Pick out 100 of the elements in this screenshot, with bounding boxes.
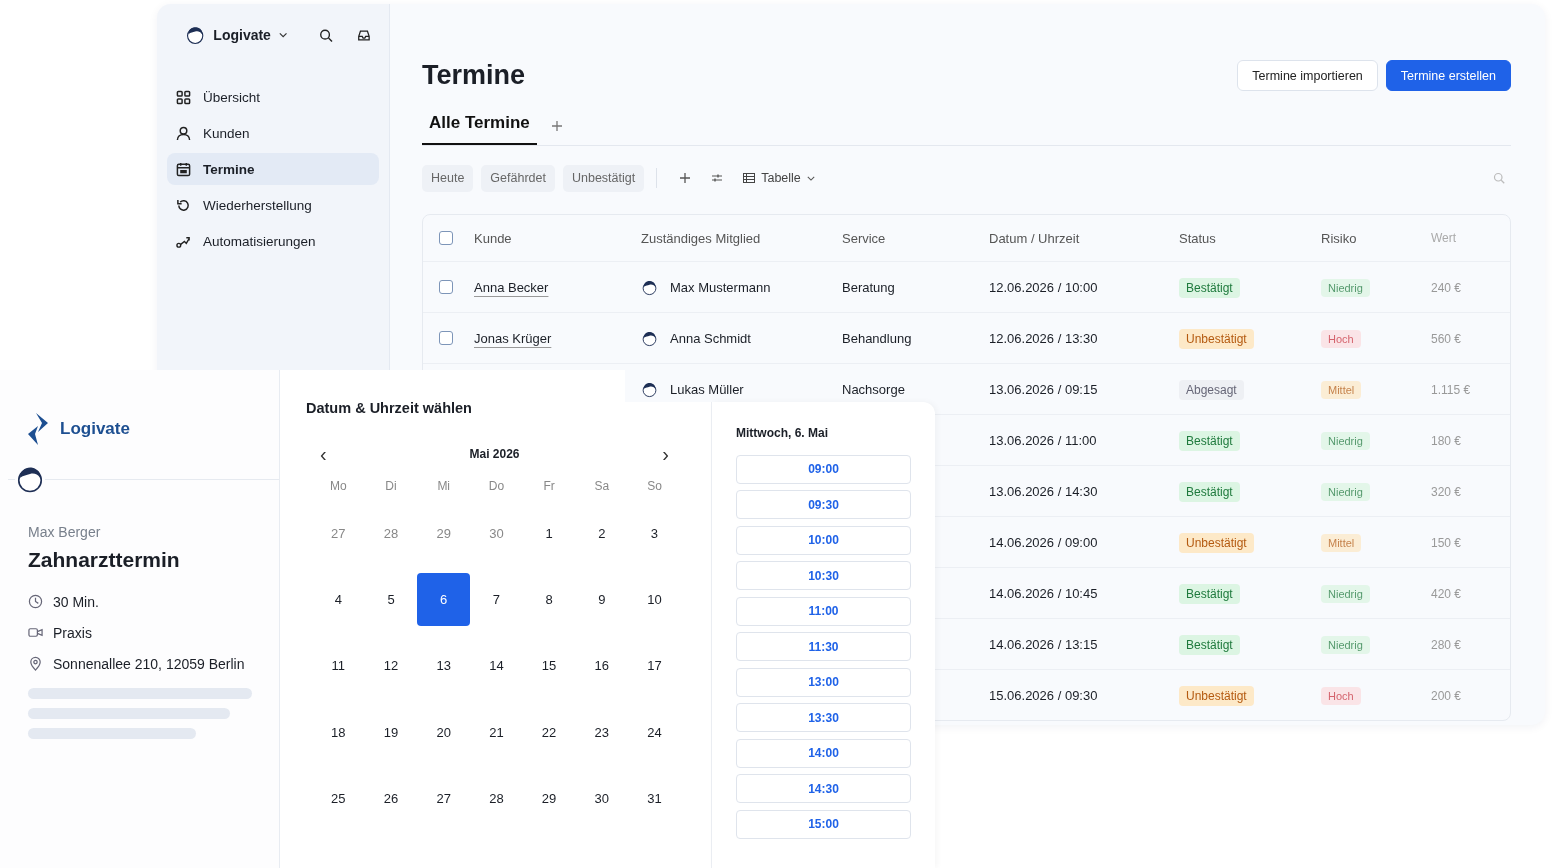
value-cell: 1.115 € — [1431, 382, 1471, 397]
page-title: Termine — [422, 60, 526, 91]
calendar-day[interactable]: 22 — [522, 705, 576, 759]
calendar-day[interactable]: 15 — [522, 639, 576, 693]
time-slot-button[interactable]: 09:30 — [736, 490, 911, 519]
column-header: Wert — [1431, 231, 1458, 245]
calendar-day[interactable]: 30 — [470, 506, 523, 560]
calendar-icon — [176, 161, 191, 177]
column-header: Datum / Uhrzeit — [989, 230, 1081, 246]
nav-item[interactable]: Übersicht — [167, 81, 379, 113]
filter-chip[interactable]: Gefährdet — [481, 164, 555, 192]
calendar-day[interactable]: 23 — [575, 705, 629, 759]
time-slot-button[interactable]: 14:00 — [736, 738, 911, 768]
row-checkbox[interactable] — [439, 331, 453, 345]
risk-badge: Mittel — [1321, 380, 1362, 399]
datetime-cell: 13.06.2026 / 09:15 — [989, 381, 1098, 397]
calendar-day[interactable]: 7 — [470, 572, 523, 626]
datetime-cell: 14.06.2026 / 10:45 — [989, 585, 1098, 601]
calendar-day[interactable]: 12 — [364, 639, 418, 693]
customer-link[interactable]: Jonas Krüger — [474, 330, 552, 346]
calendar-day[interactable]: 31 — [628, 771, 681, 825]
nav-item[interactable]: Termine — [167, 153, 379, 185]
status-badge: Unbestätigt — [1179, 328, 1254, 349]
calendar-day[interactable]: 2 — [575, 506, 629, 560]
value-cell: 560 € — [1431, 331, 1462, 346]
add-tab-icon[interactable] — [550, 120, 563, 132]
calendar-day[interactable]: 6 — [417, 572, 471, 626]
calendar-day[interactable]: 8 — [522, 572, 576, 626]
calendar-day[interactable]: 20 — [417, 705, 471, 759]
time-slot-button[interactable]: 10:00 — [736, 525, 911, 555]
calendar-day[interactable]: 27 — [417, 771, 471, 825]
time-slot-button[interactable]: 10:30 — [736, 561, 911, 590]
calendar-day[interactable]: 10 — [628, 572, 681, 626]
previous-month-button[interactable]: ‹ — [316, 444, 331, 464]
risk-badge: Niedrig — [1321, 482, 1370, 501]
weekday-label: Di — [384, 478, 398, 495]
calendar-day[interactable]: 3 — [628, 506, 681, 560]
filter-chip[interactable]: Heute — [422, 164, 474, 192]
calendar-day[interactable]: 30 — [575, 771, 629, 825]
calendar-day[interactable]: 4 — [312, 572, 365, 626]
calendar-day[interactable]: 14 — [470, 639, 523, 693]
time-slot-button[interactable]: 14:30 — [736, 774, 911, 803]
calendar-day[interactable]: 24 — [628, 705, 681, 759]
time-slot-button[interactable]: 13:00 — [736, 667, 911, 697]
risk-badge: Niedrig — [1321, 635, 1370, 654]
calendar-day[interactable]: 26 — [364, 771, 418, 825]
nav-item[interactable]: Automatisierungen — [167, 225, 379, 257]
calendar-day[interactable]: 21 — [470, 705, 523, 759]
tab[interactable]: Alle Termine — [422, 107, 537, 145]
select-all-checkbox[interactable] — [439, 231, 453, 245]
search-icon[interactable] — [319, 27, 334, 43]
column-header: Kunde — [474, 230, 513, 246]
datetime-cell: 12.06.2026 / 10:00 — [989, 279, 1098, 295]
detail-text: Sonnenallee 210, 12059 Berlin — [53, 655, 245, 672]
video-icon — [28, 625, 43, 640]
member-name: Anna Schmidt — [670, 330, 751, 346]
calendar-day[interactable]: 28 — [470, 771, 523, 825]
clock-icon — [28, 594, 43, 609]
calendar-day[interactable]: 29 — [417, 506, 471, 560]
calendar-day[interactable]: 29 — [522, 771, 576, 825]
table-icon — [743, 173, 756, 183]
time-slot-button[interactable]: 13:30 — [736, 703, 911, 732]
import-button[interactable]: Termine importieren — [1237, 60, 1378, 91]
row-checkbox[interactable] — [439, 280, 453, 294]
time-slot-button[interactable]: 11:00 — [736, 596, 911, 626]
sliders-icon[interactable] — [711, 172, 724, 184]
view-selector[interactable]: Tabelle — [743, 171, 815, 185]
calendar-day[interactable]: 28 — [364, 506, 418, 560]
risk-badge: Niedrig — [1321, 431, 1370, 450]
nav-item[interactable]: Kunden — [167, 117, 379, 149]
calendar-day[interactable]: 25 — [312, 771, 365, 825]
create-button[interactable]: Termine erstellen — [1385, 60, 1511, 91]
calendar-day[interactable]: 5 — [364, 572, 418, 626]
calendar-day[interactable]: 19 — [364, 705, 418, 759]
calendar-day[interactable]: 17 — [628, 639, 681, 693]
month-label: Mai 2026 — [469, 447, 520, 461]
status-badge: Bestätigt — [1179, 634, 1240, 655]
restore-icon — [176, 197, 191, 213]
time-slot-button[interactable]: 09:00 — [736, 454, 911, 484]
workspace-name[interactable]: Logivate — [213, 27, 271, 43]
filter-chip[interactable]: Unbestätigt — [562, 164, 645, 192]
nav-item[interactable]: Wiederherstellung — [167, 189, 379, 221]
customer-link[interactable]: Anna Becker — [474, 279, 549, 295]
chevron-down-icon[interactable] — [278, 32, 288, 38]
calendar-day[interactable]: 11 — [312, 639, 365, 693]
time-slot-button[interactable]: 15:00 — [736, 809, 911, 839]
calendar-day[interactable]: 18 — [312, 705, 365, 759]
calendar-day[interactable]: 27 — [312, 506, 365, 560]
calendar-day[interactable]: 1 — [522, 506, 576, 560]
member-name: Lukas Müller — [670, 381, 744, 397]
calendar-day[interactable]: 9 — [575, 572, 629, 626]
time-slot-button[interactable]: 11:30 — [736, 632, 911, 661]
add-icon[interactable] — [679, 172, 692, 184]
avatar-icon — [641, 380, 658, 398]
calendar-day[interactable]: 16 — [575, 639, 629, 693]
next-month-button[interactable]: › — [658, 444, 673, 464]
calendar-day[interactable]: 13 — [417, 639, 471, 693]
weekday-label: Do — [487, 478, 506, 495]
grid-icon — [176, 89, 191, 105]
risk-badge: Niedrig — [1321, 584, 1370, 603]
